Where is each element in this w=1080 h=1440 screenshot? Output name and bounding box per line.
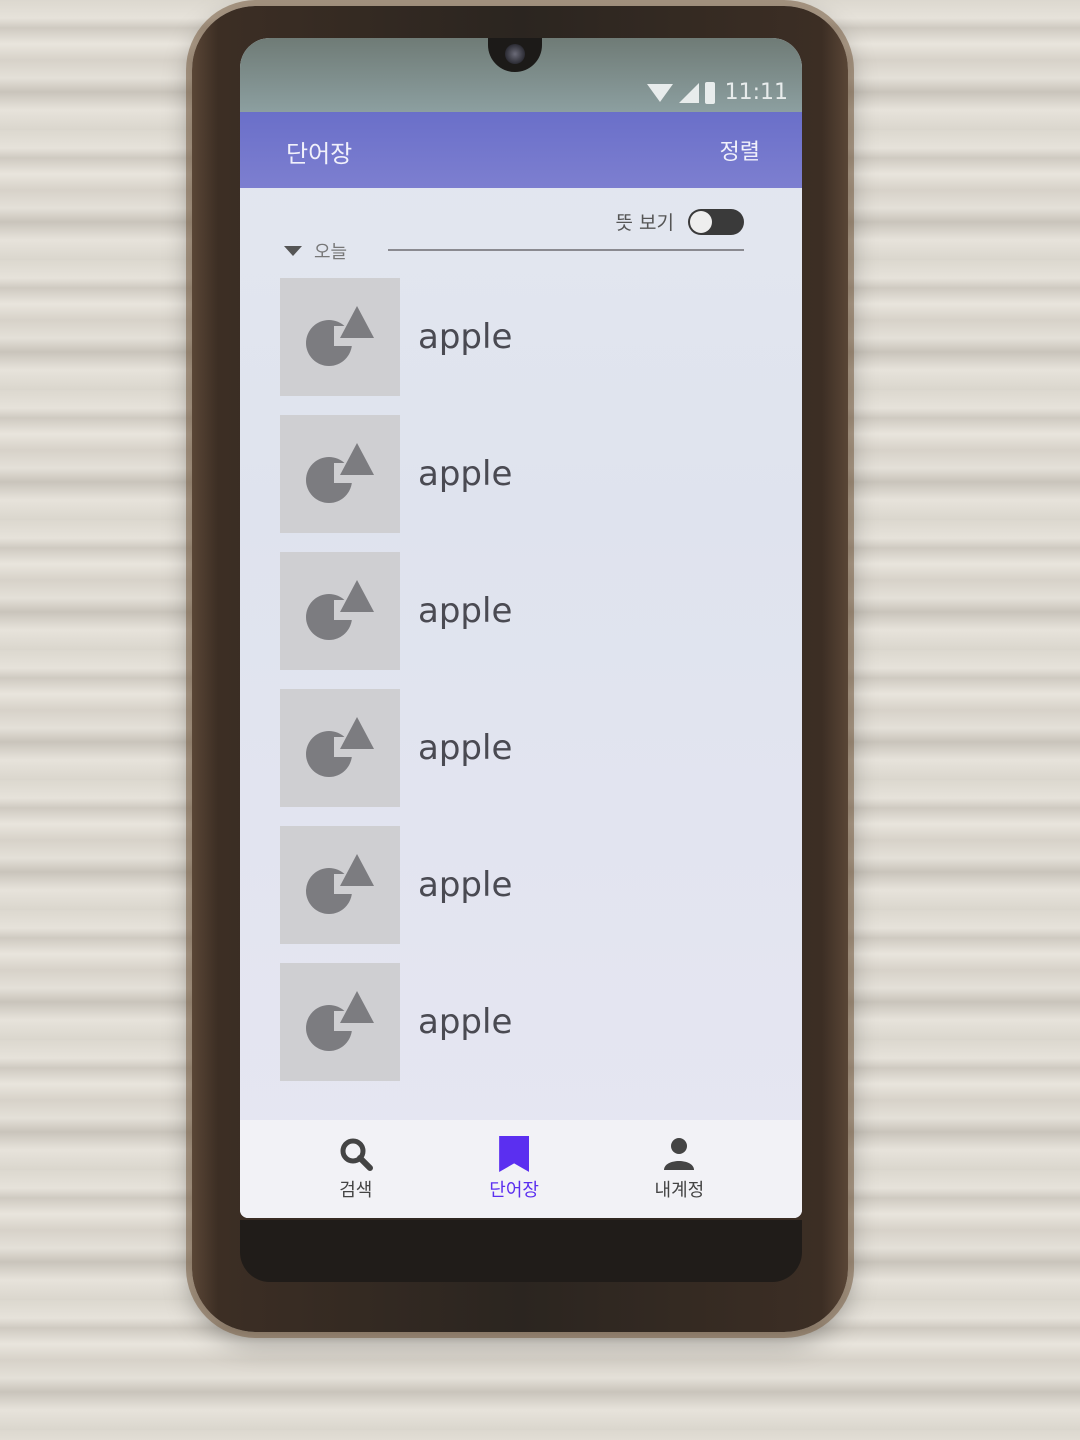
status-time: 11:11 (724, 80, 788, 105)
image-placeholder-icon (280, 689, 400, 807)
image-placeholder-icon (280, 278, 400, 396)
image-placeholder-icon (280, 826, 400, 944)
meaning-toggle-row: 뜻 보기 (616, 208, 744, 235)
nav-item-account[interactable]: 내계정 (654, 1136, 705, 1202)
word-text: apple (418, 591, 513, 631)
nav-item-search[interactable]: 검색 (338, 1136, 374, 1202)
word-list-item[interactable]: apple (280, 415, 780, 533)
bottom-navigation: 검색 단어장 내계정 (240, 1120, 802, 1218)
meaning-toggle-switch[interactable] (688, 208, 744, 235)
photo-background: 11:11 단어장 정렬 뜻 보기 오늘 apple apple apple a… (0, 0, 1080, 1440)
word-text: apple (418, 728, 513, 768)
image-placeholder-icon (280, 552, 400, 670)
battery-icon (704, 81, 715, 104)
phone-bezel-bottom (240, 1220, 802, 1282)
bookmark-icon (499, 1136, 530, 1172)
image-placeholder-icon (280, 963, 400, 1081)
page-title: 단어장 (286, 140, 353, 168)
collapse-triangle-icon (284, 246, 302, 256)
word-list-item[interactable]: apple (280, 552, 780, 670)
word-text: apple (418, 1002, 513, 1042)
phone-screen: 11:11 단어장 정렬 뜻 보기 오늘 apple apple apple a… (240, 38, 802, 1218)
section-label: 오늘 (314, 242, 348, 263)
nav-label-search: 검색 (339, 1180, 373, 1201)
person-icon (664, 1138, 695, 1170)
word-list-item[interactable]: apple (280, 963, 780, 1081)
meaning-toggle-label: 뜻 보기 (615, 212, 674, 234)
section-divider (388, 249, 744, 251)
nav-item-wordbook[interactable]: 단어장 (489, 1136, 539, 1202)
signal-icon (678, 82, 699, 103)
word-text: apple (418, 865, 513, 905)
nav-label-account: 내계정 (654, 1180, 705, 1201)
section-header-today[interactable]: 오늘 (284, 238, 347, 264)
word-list: apple apple apple apple apple apple (280, 278, 780, 1100)
word-list-item[interactable]: apple (280, 826, 780, 944)
word-text: apple (418, 317, 513, 357)
word-text: apple (418, 454, 513, 494)
app-bar: 단어장 정렬 (240, 112, 802, 188)
word-list-item[interactable]: apple (280, 689, 780, 807)
toggle-knob (690, 210, 712, 233)
status-icons: 11:11 (646, 80, 788, 105)
nav-label-wordbook: 단어장 (489, 1180, 539, 1201)
wifi-icon (646, 83, 673, 102)
image-placeholder-icon (280, 415, 400, 533)
search-icon (340, 1138, 373, 1171)
word-list-item[interactable]: apple (280, 278, 780, 396)
sort-button[interactable]: 정렬 (720, 134, 760, 166)
